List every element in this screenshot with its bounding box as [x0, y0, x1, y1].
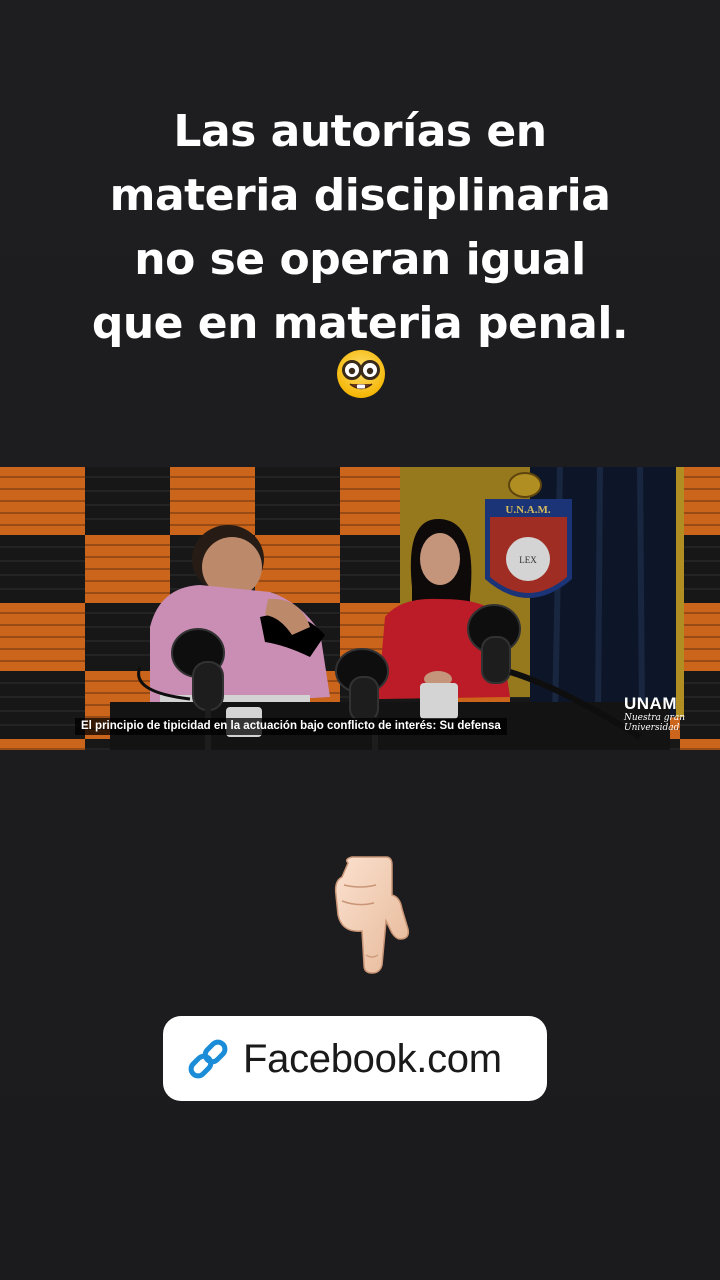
- unam-watermark-brand: UNAM: [624, 694, 677, 713]
- unam-watermark-tag-2: Universidad: [624, 723, 680, 733]
- link-sticker[interactable]: Facebook.com: [163, 1016, 547, 1101]
- link-icon: [188, 1039, 228, 1078]
- headline-line-3: no se operan igual: [134, 234, 586, 285]
- video-frame[interactable]: U.N.A.M. LEX: [0, 467, 720, 750]
- headline-line-4: que en materia penal.: [91, 298, 629, 349]
- unam-watermark-tag-1: Nuestra gran: [624, 713, 685, 723]
- backhand-index-pointing-down-icon: [334, 856, 410, 974]
- unam-watermark: UNAM Nuestra gran Universidad: [624, 694, 700, 734]
- story-canvas: Las autorías en materia disciplinaria no…: [0, 0, 720, 1280]
- headline-text: Las autorías en materia disciplinaria no…: [0, 100, 720, 356]
- headline-line-2: materia disciplinaria: [109, 170, 611, 221]
- video-caption: El principio de tipicidad en la actuació…: [75, 718, 507, 735]
- nerd-face-emoji-icon: [337, 350, 385, 398]
- podcast-scene-image: U.N.A.M. LEX: [0, 467, 720, 750]
- headline-line-1: Las autorías en: [173, 106, 547, 157]
- link-sticker-label[interactable]: Facebook.com: [243, 1036, 502, 1082]
